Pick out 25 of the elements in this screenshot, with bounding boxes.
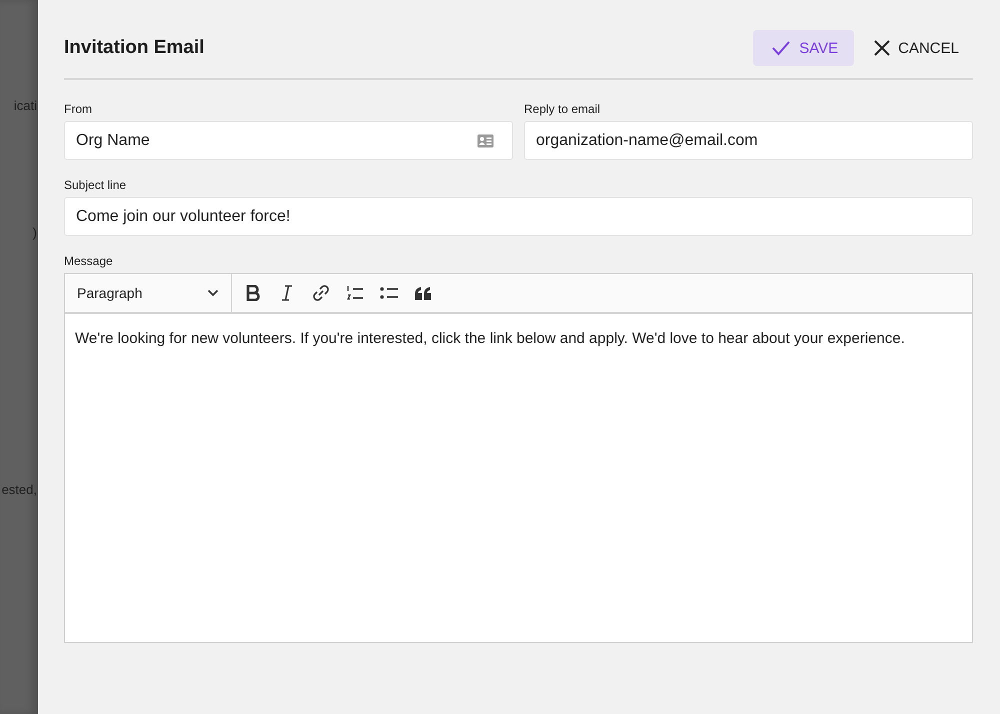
format-dropdown[interactable]: Paragraph: [65, 274, 232, 312]
field-label: Message: [64, 254, 114, 268]
bulleted-list-icon: [380, 286, 398, 300]
cancel-button[interactable]: CANCEL: [864, 30, 973, 66]
check-icon: [771, 40, 792, 56]
quote-icon: [415, 286, 431, 300]
italic-icon: [281, 285, 293, 301]
bold-icon: [246, 285, 260, 301]
message-field[interactable]: We're looking for new volunteers. If you're interested, click the link below and apply. We'd love to hear about your experience.: [65, 314, 972, 642]
contact-card-icon: [477, 134, 494, 148]
field-label: From: [64, 102, 93, 116]
save-button[interactable]: SAVE: [753, 30, 854, 66]
reply-to-field[interactable]: organization-name@email.com: [524, 121, 973, 160]
chevron-down-icon: [207, 289, 219, 297]
link-icon: [313, 285, 329, 301]
numbered-list-icon: [346, 285, 364, 301]
background-text: icati: [14, 98, 37, 113]
field-label: Subject line: [64, 178, 128, 192]
field-label: Reply to email: [524, 102, 602, 116]
close-icon: [874, 40, 890, 56]
background-text: ested,: [2, 482, 37, 497]
background-text: ): [32, 225, 37, 240]
from-field[interactable]: Org Name: [64, 121, 513, 160]
subject-field[interactable]: Come join our volunteer force!: [64, 197, 973, 236]
dialog-title: Invitation Email: [64, 37, 204, 59]
